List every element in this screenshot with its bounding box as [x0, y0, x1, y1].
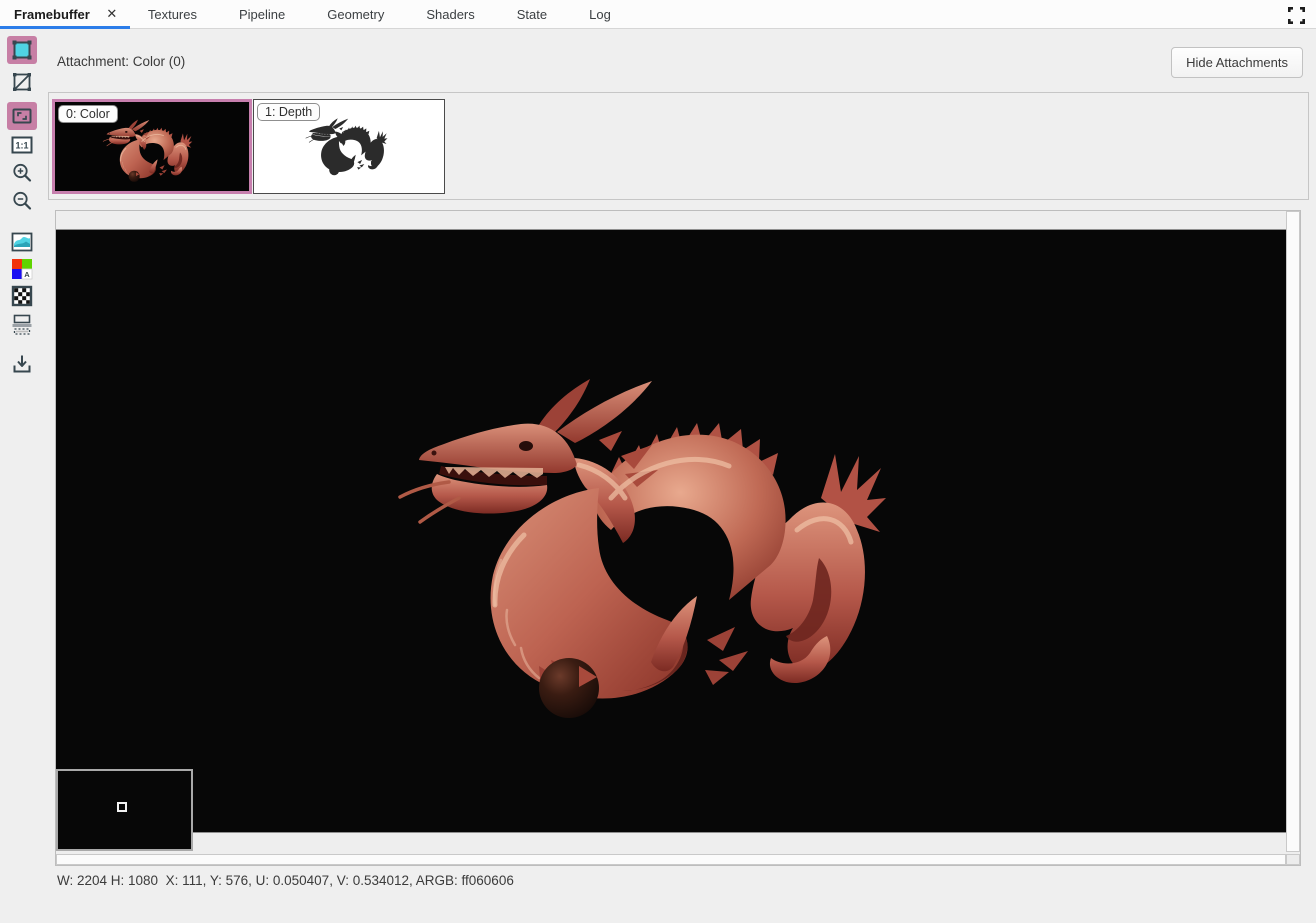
zoom-in-icon [10, 161, 34, 185]
zoom-in-button[interactable] [7, 159, 37, 187]
viewport-frame [55, 210, 1301, 866]
actual-size-button[interactable]: 1:1 [7, 131, 37, 159]
save-image-button[interactable] [7, 350, 37, 378]
attachments-panel: 0: Color 1: Depth [48, 92, 1309, 200]
attachment-badge: 1: Depth [257, 103, 320, 121]
scrollbar-corner [1286, 854, 1300, 865]
color-buffer-icon [10, 38, 34, 62]
tab-geometry[interactable]: Geometry [317, 0, 394, 28]
zoom-to-fit-button[interactable] [7, 102, 37, 130]
actual-size-icon: 1:1 [10, 133, 34, 157]
dragon-thumbnail-depth [304, 116, 388, 178]
svg-text:A: A [24, 270, 30, 279]
attachment-label: Attachment: Color (0) [57, 54, 185, 69]
close-tab-icon[interactable]: ✕ [104, 6, 120, 22]
color-channels-icon: A [10, 257, 34, 281]
tab-label: Geometry [327, 7, 384, 22]
dragon-thumbnail-color [99, 118, 195, 184]
zoom-out-button[interactable] [7, 187, 37, 215]
horizontal-scrollbar[interactable] [56, 854, 1286, 865]
tab-state[interactable]: State [507, 0, 557, 28]
attachment-thumb-depth[interactable]: 1: Depth [253, 99, 445, 194]
attachment-badge: 0: Color [58, 105, 118, 123]
tab-textures[interactable]: Textures [138, 0, 207, 28]
tab-label: State [517, 7, 547, 22]
checkerboard-background-button[interactable] [7, 282, 37, 310]
dragon-render [389, 370, 889, 730]
svg-text:1:1: 1:1 [15, 141, 28, 151]
tab-label: Pipeline [239, 7, 285, 22]
save-image-icon [10, 352, 34, 376]
framebuffer-toolbar: 1:1 A [6, 0, 40, 880]
tab-label: Shaders [426, 7, 474, 22]
wireframe-button[interactable] [7, 68, 37, 96]
minimap-viewport-rect [117, 802, 127, 812]
flip-vertically-button[interactable] [7, 310, 37, 338]
minimap[interactable] [56, 769, 193, 851]
color-channels-button[interactable]: A [7, 255, 37, 283]
tab-pipeline[interactable]: Pipeline [229, 0, 295, 28]
tab-shaders[interactable]: Shaders [416, 0, 484, 28]
histogram-button[interactable] [7, 228, 37, 256]
color-buffer-button[interactable] [7, 36, 37, 64]
attachment-thumb-color[interactable]: 0: Color [52, 99, 252, 194]
status-bar: W: 2204 H: 1080 X: 111, Y: 576, U: 0.050… [57, 873, 514, 888]
wireframe-icon [10, 70, 34, 94]
fullscreen-icon[interactable] [1286, 5, 1306, 25]
zoom-to-fit-icon [10, 104, 34, 128]
tab-label: Textures [148, 7, 197, 22]
zoom-out-icon [10, 189, 34, 213]
flip-vertically-icon [10, 312, 34, 336]
tab-bar: Framebuffer ✕ Textures Pipeline Geometry… [0, 0, 1316, 29]
hide-attachments-button[interactable]: Hide Attachments [1171, 47, 1303, 78]
tab-label: Log [589, 7, 611, 22]
checkerboard-background-icon [10, 284, 34, 308]
tab-log[interactable]: Log [579, 0, 621, 28]
framebuffer-image[interactable] [56, 229, 1286, 833]
vertical-scrollbar[interactable] [1286, 211, 1300, 852]
histogram-icon [10, 230, 34, 254]
